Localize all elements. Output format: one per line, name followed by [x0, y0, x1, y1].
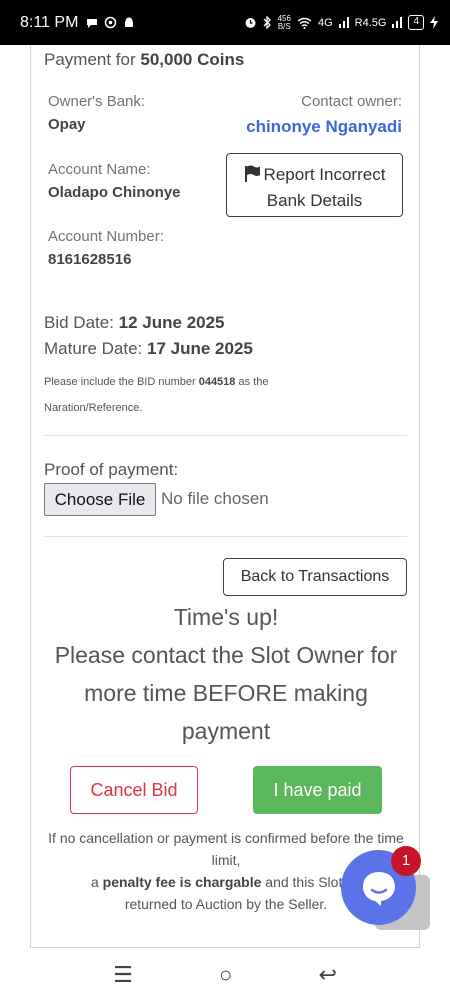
back-button[interactable]: ↩ [318, 962, 336, 988]
android-icon [125, 17, 134, 27]
back-to-transactions-button[interactable]: Back to Transactions [223, 558, 407, 596]
alarm-icon [245, 18, 256, 28]
flag-icon [244, 165, 260, 182]
contact-owner-message: Please contact the Slot Owner for more t… [54, 642, 398, 744]
bid-date: Bid Date: 12 June 2025 [44, 313, 225, 332]
wifi-icon [297, 17, 312, 29]
status-bar: 8:11 PM 456 B/S 4G R4.5G 4 [0, 0, 450, 45]
times-up-heading: Time's up! [173, 604, 279, 630]
bluetooth-icon [263, 16, 271, 29]
notification-icons [86, 16, 135, 29]
divider [44, 536, 407, 537]
file-status: No file chosen [161, 489, 269, 508]
system-icons: 456 B/S 4G R4.5G 4 [244, 13, 438, 31]
clock: 8:11 PM [20, 13, 79, 31]
payment-title: Payment for 50,000 Coins [44, 50, 245, 69]
network-label-2: R4.5G [354, 16, 387, 29]
home-button[interactable]: ○ [219, 962, 232, 988]
charging-icon [430, 16, 438, 29]
account-number-value: 8161628516 [48, 251, 132, 268]
divider [44, 435, 407, 436]
owners-bank-label: Owner's Bank: [48, 93, 146, 110]
contact-owner-label: Contact owner: [301, 93, 402, 110]
recent-apps-button[interactable]: ☰ [113, 962, 133, 988]
mature-date: Mature Date: 17 June 2025 [44, 339, 253, 358]
choose-file-button[interactable]: Choose File [44, 483, 156, 516]
bid-reference-note: Please include the BID number 044518 as … [44, 376, 269, 414]
account-number-label: Account Number: [48, 228, 164, 245]
report-incorrect-bank-details-button[interactable]: Report Incorrect Bank Details [226, 153, 403, 217]
chat-bubble-icon [87, 18, 98, 28]
times-up-message: Time's up! Please contact the Slot Owner… [41, 598, 411, 750]
chat-icon [362, 871, 395, 906]
network-label-1: 4G [317, 16, 333, 29]
whatsapp-icon [105, 16, 117, 29]
i-have-paid-button[interactable]: I have paid [253, 766, 382, 814]
report-button-label: Report Incorrect Bank Details [263, 165, 386, 210]
speed-indicator: 456 B/S [277, 13, 291, 31]
system-navigation-bar: ☰ ○ ↩ [0, 950, 450, 1000]
contact-owner-link[interactable]: chinonye Nganyadi [246, 117, 402, 137]
payment-card: Payment for 50,000 Coins Owner's Bank: O… [30, 45, 420, 948]
battery-icon: 4 [408, 15, 424, 30]
signal-icon-2 [392, 17, 403, 28]
cancel-bid-button[interactable]: Cancel Bid [70, 766, 198, 814]
account-name-value: Oladapo Chinonye [48, 184, 181, 201]
proof-of-payment-label: Proof of payment: [44, 460, 179, 479]
signal-icon [338, 17, 349, 28]
account-name-label: Account Name: [48, 161, 151, 178]
owners-bank-value: Opay [48, 116, 86, 133]
chat-notification-badge: 1 [391, 846, 421, 876]
